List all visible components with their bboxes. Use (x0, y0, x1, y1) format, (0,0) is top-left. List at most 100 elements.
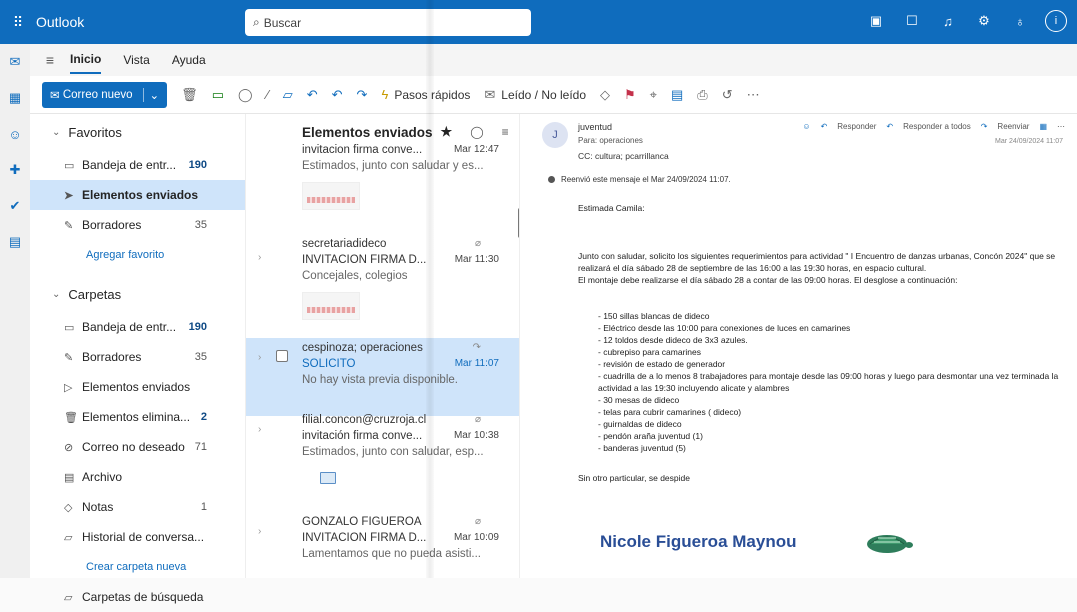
message-from: filial.concon@cruzroja.cl (302, 414, 427, 426)
teams-share-icon[interactable]: ▦ (1039, 122, 1047, 131)
folder-notes[interactable]: ◇ Notas 1 (30, 492, 245, 522)
tag-icon[interactable]: ◇ (600, 87, 610, 103)
folder-junk[interactable]: ⊘ Correo no deseado 71 (30, 432, 245, 462)
search-box[interactable]: ⌕ Buscar (245, 9, 531, 36)
list-item[interactable]: invitacion firma conve... Mar 12:47 Estim… (246, 144, 519, 244)
tab-ayuda[interactable]: Ayuda (172, 47, 206, 73)
folder-label: Bandeja de entr... (82, 158, 177, 172)
note-icon: ◇ (64, 501, 73, 514)
message-preview: Estimados, junto con saludar, esp... (302, 446, 484, 458)
list-item[interactable]: › secretariadideco ⌀ INVITACION FIRMA D..… (246, 238, 519, 338)
select-icon[interactable]: ◯ (470, 125, 483, 139)
attachment-icon: ⌀ (474, 238, 481, 249)
chevron-right-icon[interactable]: › (258, 424, 261, 435)
read-unread-button[interactable]: Leído / No leído (501, 88, 586, 102)
reply-all-button[interactable]: Responder a todos (903, 122, 971, 131)
print-icon[interactable]: ⎙ (697, 87, 707, 103)
apps-icon[interactable]: ▤ (0, 224, 30, 260)
chevron-right-icon[interactable]: › (258, 252, 261, 263)
snooze-icon[interactable]: ▤ (671, 87, 683, 103)
attachment-thumbnail[interactable] (302, 182, 360, 210)
calendar-app-icon[interactable]: ▦ (0, 80, 30, 116)
filter-icon[interactable]: ≡ (502, 125, 509, 139)
chevron-right-icon[interactable]: › (258, 352, 261, 363)
favorites-section[interactable]: ⌄ Favoritos (30, 114, 245, 150)
recipient-to: Para: operaciones (578, 136, 643, 145)
tab-inicio[interactable]: Inicio (70, 46, 102, 74)
page-fold-shadow (426, 0, 434, 578)
hamburger-icon[interactable]: ≡ (30, 52, 70, 68)
envelope-open-icon[interactable]: ✉ (484, 87, 495, 103)
archive-icon[interactable]: ▭ (212, 87, 224, 103)
sender-name[interactable]: juventud (578, 122, 612, 132)
mail-app-icon[interactable]: ✉ (0, 44, 30, 80)
reply-all-icon[interactable]: ↶ (332, 87, 343, 103)
people-app-icon[interactable]: ☺ (0, 116, 30, 152)
undo-icon[interactable]: ↺ (722, 87, 733, 103)
lightbulb-icon[interactable]: ♁ (1009, 10, 1031, 32)
recipient-cc: CC: cultura; pcarrillanca (578, 151, 669, 161)
new-mail-button[interactable]: ✉ Correo nuevo ⌄ (42, 81, 168, 108)
favorite-inbox[interactable]: ▭ Bandeja de entr... 190 (30, 150, 245, 180)
forwarded-icon: ↷ (472, 342, 481, 353)
message-subject: INVITACION FIRMA D... (302, 254, 427, 266)
flag-icon[interactable]: ⚑ (624, 87, 636, 103)
list-item[interactable]: › filial.concon@cruzroja.cl ⌀ invitación … (246, 410, 519, 512)
message-subject: SOLICITO (302, 358, 356, 370)
folder-sent[interactable]: ▷ Elementos enviados (30, 372, 245, 402)
bell-icon[interactable]: ♫ (937, 10, 959, 32)
favorite-sent[interactable]: ➤ Elementos enviados (30, 180, 245, 210)
chevron-right-icon[interactable]: › (258, 526, 261, 537)
folder-search-folders[interactable]: ▱ Carpetas de búsqueda (30, 582, 245, 612)
forward-icon[interactable]: ↷ (981, 122, 988, 131)
favorite-drafts[interactable]: ✎ Borradores 35 (30, 210, 245, 240)
list-title: Elementos enviados (302, 124, 433, 140)
folder-archive[interactable]: ▤ Archivo (30, 462, 245, 492)
forward-button[interactable]: Reenviar (997, 122, 1029, 131)
sender-avatar[interactable]: J (542, 122, 568, 148)
more-options-icon[interactable]: ⋯ (1057, 122, 1065, 131)
select-checkbox[interactable] (276, 350, 288, 362)
pin-icon[interactable]: ⌖ (650, 87, 657, 103)
list-item: - revisión de estado de generador (598, 359, 726, 369)
app-name[interactable]: Outlook (36, 14, 242, 30)
image-attachment-icon[interactable] (320, 472, 336, 484)
forward-icon[interactable]: ↷ (357, 87, 368, 103)
quick-steps-icon[interactable]: ϟ (381, 87, 388, 102)
folder-conversation-history[interactable]: ▱ Historial de conversa... (30, 522, 245, 552)
myday-icon[interactable]: ☐ (901, 10, 923, 32)
more-options-icon[interactable]: ⋯ (747, 87, 760, 103)
chevron-down-icon[interactable]: ⌄ (142, 87, 159, 102)
reply-all-icon[interactable]: ↶ (886, 122, 893, 131)
todo-app-icon[interactable]: ✔ (0, 188, 30, 224)
reply-icon[interactable]: ↶ (307, 87, 318, 103)
add-favorite-link[interactable]: Agregar favorito (30, 240, 245, 270)
folder-pane: ⌄ Favoritos ▭ Bandeja de entr... 190 ➤ E… (30, 114, 245, 604)
attach-app-icon[interactable]: ✚ (0, 152, 30, 188)
account-avatar-icon[interactable]: i (1045, 10, 1067, 32)
folders-section[interactable]: ⌄ Carpetas (30, 276, 245, 312)
menu-bar: ≡ Inicio Vista Ayuda (30, 44, 1077, 76)
mail-icon: ✉ (50, 89, 63, 102)
message-subject: invitacion firma conve... (302, 144, 423, 156)
forward-note-text: Reenvió este mensaje el Mar 24/09/2024 1… (561, 175, 731, 184)
folder-drafts[interactable]: ✎ Borradores 35 (30, 342, 245, 372)
star-icon[interactable]: ★ (441, 124, 453, 140)
report-icon[interactable]: ◯ (238, 87, 253, 103)
teams-icon[interactable]: ▣ (865, 10, 887, 32)
gear-icon[interactable]: ⚙ (973, 10, 995, 32)
tab-vista[interactable]: Vista (123, 47, 149, 73)
delete-icon[interactable]: 🗑 (181, 87, 198, 103)
reply-icon[interactable]: ↶ (821, 122, 828, 131)
app-launcher-icon[interactable]: ⠿ (0, 0, 36, 44)
reply-button[interactable]: Responder (837, 122, 876, 131)
list-item[interactable]: › GONZALO FIGUEROA ⌀ INVITACION FIRMA D..… (246, 512, 519, 578)
folder-deleted[interactable]: 🗑 Elementos elimina... 2 (30, 402, 245, 432)
sweep-icon[interactable]: ⁄ (267, 87, 269, 102)
message-time: Mar 10:38 (453, 430, 499, 441)
folder-inbox[interactable]: ▭ Bandeja de entr... 190 (30, 312, 245, 342)
attachment-thumbnail[interactable] (302, 292, 360, 320)
list-item[interactable]: › cespinoza; operaciones ↷ SOLICITO Mar 11… (246, 338, 519, 416)
move-to-icon[interactable]: ▱ (283, 87, 293, 103)
emoji-icon[interactable]: ☺ (802, 122, 810, 131)
